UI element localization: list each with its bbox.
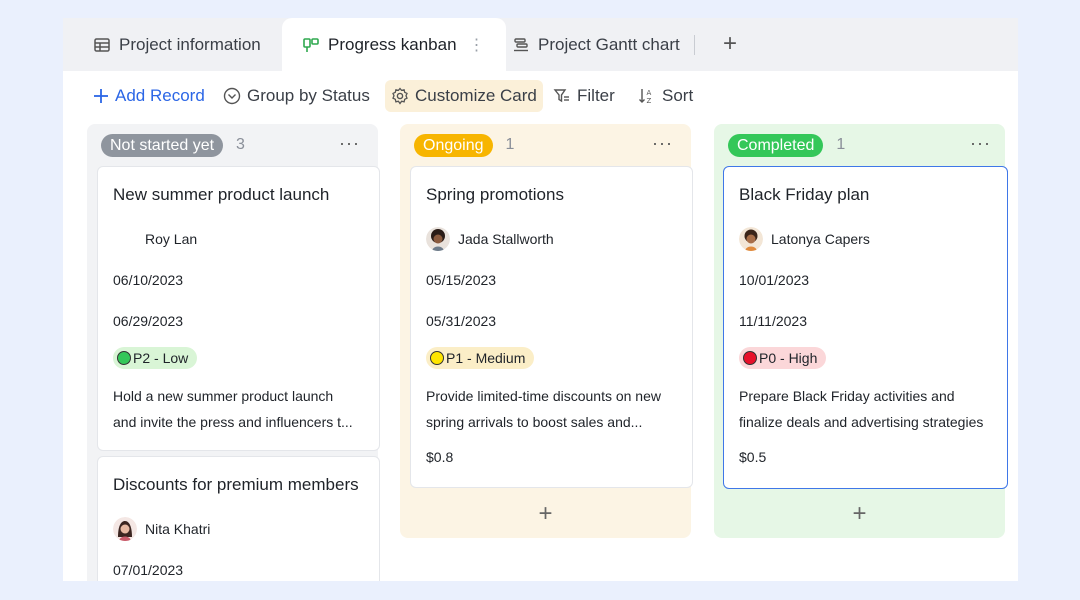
description-line: Provide limited-time discounts on new (426, 388, 661, 404)
svg-text:Z: Z (647, 97, 652, 105)
column-header: Ongoing 1 (414, 133, 514, 157)
start-date: 07/01/2023 (113, 562, 184, 578)
avatar (113, 517, 137, 541)
description-line: and invite the press and influencers t..… (113, 414, 353, 430)
plus-icon (93, 88, 109, 104)
record-card[interactable]: Discounts for premium members Nita Khatr… (97, 456, 380, 581)
filter-label: Filter (577, 86, 615, 105)
sort-icon: AZ (638, 87, 656, 105)
start-date: 05/15/2023 (426, 272, 497, 288)
view-tab-bar: Project information Progress kanban ⋮ Pr… (63, 18, 1018, 71)
kanban-icon (302, 36, 320, 54)
column-more-icon[interactable]: ··· (970, 133, 991, 153)
priority-tag: P1 - Medium (426, 347, 535, 369)
column-header: Completed 1 (728, 133, 845, 157)
svg-text:A: A (647, 89, 652, 97)
card-title: Black Friday plan (739, 185, 870, 204)
add-record-label: Add Record (115, 86, 205, 105)
person-name: Jada Stallworth (458, 231, 554, 247)
column-ongoing: Ongoing 1 ··· Spring promotions Jada Sta… (400, 124, 693, 538)
card-description: Hold a new summer product launch and inv… (113, 383, 371, 435)
description-line: spring arrivals to boost sales and... (426, 414, 643, 430)
person-name: Latonya Capers (771, 231, 870, 247)
description-line: Hold a new summer product launch (113, 388, 334, 404)
column-more-icon[interactable]: ··· (339, 133, 360, 153)
column-not-started: Not started yet 3 ··· New summer product… (87, 124, 380, 581)
column-more-icon[interactable]: ··· (652, 133, 673, 153)
priority-label: P1 - Medium (446, 350, 526, 366)
gantt-icon (512, 36, 530, 54)
end-date: 05/31/2023 (426, 313, 497, 329)
card-amount: $0.8 (426, 449, 454, 465)
card-amount: $0.5 (739, 449, 767, 465)
filter-button[interactable]: Filter (553, 80, 615, 112)
app-window: Project information Progress kanban ⋮ Pr… (63, 18, 1018, 581)
toolbar: Add Record Group by Status Customize Car… (63, 80, 1018, 112)
tab-project-information[interactable]: Project information (93, 18, 261, 71)
priority-tag: P0 - High (739, 347, 827, 369)
card-description: Provide limited-time discounts on new sp… (426, 383, 684, 435)
status-badge: Completed (728, 133, 824, 157)
table-icon (93, 36, 111, 54)
start-date: 10/01/2023 (739, 272, 810, 288)
group-by-status-button[interactable]: Group by Status (223, 80, 370, 112)
green-dot-icon (117, 351, 131, 365)
tab-divider (694, 35, 695, 55)
priority-tag: P2 - Low (113, 347, 198, 369)
person-name: Nita Khatri (145, 521, 211, 537)
avatar (113, 227, 137, 251)
add-card-button[interactable]: + (714, 502, 1005, 526)
priority-label: P2 - Low (133, 350, 189, 366)
add-record-button[interactable]: Add Record (93, 80, 205, 112)
priority-label: P0 - High (759, 350, 818, 366)
tab-label: Project information (119, 34, 261, 54)
card-title: Discounts for premium members (113, 475, 359, 494)
group-by-label: Group by Status (247, 86, 370, 105)
sort-label: Sort (662, 86, 694, 105)
card-title: New summer product launch (113, 185, 330, 204)
record-count: 3 (236, 136, 245, 153)
tab-project-gantt-chart[interactable]: Project Gantt chart (512, 18, 680, 71)
avatar (426, 227, 450, 251)
customize-label: Customize Card (415, 86, 537, 105)
record-card[interactable]: Spring promotions Jada Stallworth 05/15/… (410, 166, 693, 488)
tab-label: Project Gantt chart (538, 34, 680, 54)
end-date: 11/11/2023 (739, 313, 807, 329)
column-header: Not started yet 3 (101, 133, 245, 157)
card-person: Roy Lan (113, 227, 197, 251)
customize-card-button[interactable]: Customize Card (385, 80, 543, 112)
card-title: Spring promotions (426, 185, 564, 204)
start-date: 06/10/2023 (113, 272, 184, 288)
tab-progress-kanban[interactable]: Progress kanban ⋮ (282, 18, 506, 71)
card-person: Latonya Capers (739, 227, 870, 251)
red-dot-icon (743, 351, 757, 365)
add-card-button[interactable]: + (400, 502, 691, 526)
tab-more-icon[interactable]: ⋮ (469, 35, 485, 55)
card-person: Jada Stallworth (426, 227, 554, 251)
person-name: Roy Lan (145, 231, 198, 247)
record-count: 1 (836, 136, 846, 153)
description-line: finalize deals and advertising strategie… (739, 414, 984, 430)
add-view-button[interactable]: + (718, 32, 742, 56)
tab-label: Progress kanban (328, 34, 457, 54)
status-badge: Not started yet (101, 133, 224, 157)
end-date: 06/29/2023 (113, 313, 184, 329)
yellow-dot-icon (430, 351, 444, 365)
filter-icon (553, 87, 571, 105)
column-completed: Completed 1 ··· Black Friday plan Latony… (714, 124, 1008, 538)
description-line: Prepare Black Friday activities and (739, 388, 955, 404)
chevron-circle-icon (223, 87, 241, 105)
record-count: 1 (505, 136, 515, 153)
card-person: Nita Khatri (113, 517, 210, 541)
gear-icon (391, 87, 409, 105)
record-card[interactable]: New summer product launch Roy Lan 06/10/… (97, 166, 380, 451)
avatar (739, 227, 763, 251)
card-description: Prepare Black Friday activities and fina… (739, 383, 997, 435)
status-badge: Ongoing (414, 133, 493, 157)
sort-button[interactable]: AZ Sort (638, 80, 693, 112)
record-card[interactable]: Black Friday plan Latonya Capers 10/01/2… (723, 166, 1008, 489)
